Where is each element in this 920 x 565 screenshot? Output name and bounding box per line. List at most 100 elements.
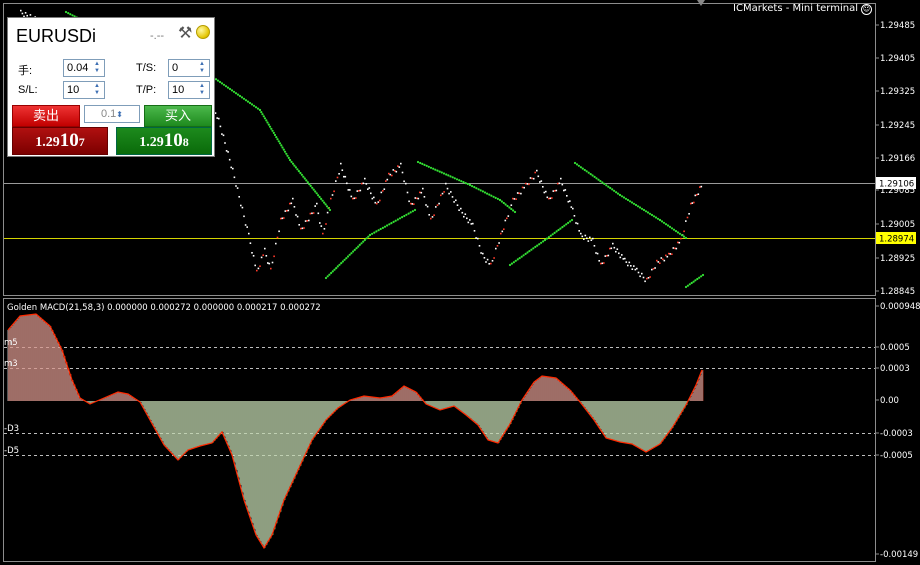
price-tick bbox=[380, 191, 383, 194]
ts-down-icon[interactable]: ▼ bbox=[199, 68, 205, 75]
price-tick bbox=[356, 190, 359, 192]
tp-stepper[interactable]: 10 ▲ ▼ bbox=[168, 81, 210, 99]
price-tick-label: 1.29005 bbox=[880, 220, 915, 230]
macd-tick-label: -0.0003 bbox=[880, 429, 913, 439]
price-tick bbox=[697, 193, 700, 195]
trend-dot bbox=[471, 185, 474, 188]
lot-step-field[interactable]: 0.1⬍ bbox=[84, 105, 140, 123]
sl-stepper[interactable]: 10 ▲ ▼ bbox=[63, 81, 105, 99]
price-tick bbox=[596, 252, 599, 255]
price-tick bbox=[373, 196, 375, 199]
price-tick bbox=[290, 202, 293, 205]
buy-price-fraction: 8 bbox=[182, 135, 189, 149]
price-tick bbox=[528, 183, 530, 186]
price-tick bbox=[422, 187, 424, 190]
lots-value: 0.04 bbox=[67, 62, 89, 74]
trend-dot bbox=[616, 192, 620, 195]
trend-dot bbox=[488, 193, 491, 196]
trend-dot bbox=[318, 195, 321, 199]
price-tick bbox=[657, 261, 660, 263]
symbol-name: EURUSDi bbox=[16, 26, 97, 46]
ts-up-icon[interactable]: ▲ bbox=[199, 61, 205, 68]
price-tick bbox=[251, 252, 253, 254]
trend-dot bbox=[591, 174, 594, 177]
price-tick bbox=[322, 232, 324, 235]
price-tick bbox=[361, 182, 363, 185]
trend-dot bbox=[358, 243, 361, 246]
price-tick bbox=[453, 201, 455, 203]
lots-stepper[interactable]: 0.04 ▲ ▼ bbox=[63, 59, 105, 77]
trend-dot bbox=[455, 178, 459, 181]
price-tick bbox=[516, 192, 519, 194]
lot-step-spin-icon[interactable]: ⬍ bbox=[116, 110, 123, 119]
price-tick bbox=[633, 265, 635, 267]
price-tick bbox=[677, 241, 679, 244]
trend-dot bbox=[540, 241, 543, 244]
macd-tick-label: 0.0005 bbox=[880, 343, 910, 353]
lots-down-icon[interactable]: ▼ bbox=[94, 68, 100, 75]
trend-dot bbox=[300, 173, 303, 176]
sl-up-icon[interactable]: ▲ bbox=[94, 83, 100, 90]
price-tick bbox=[636, 267, 638, 270]
price-tick bbox=[319, 222, 321, 224]
price-tick bbox=[482, 252, 484, 255]
trend-dot bbox=[599, 180, 602, 183]
price-tick bbox=[523, 186, 525, 189]
lot-step-value: 0.1 bbox=[101, 108, 117, 120]
smiley-icon[interactable]: ☺ bbox=[861, 3, 872, 15]
price-tick bbox=[446, 187, 449, 190]
price-tick bbox=[331, 194, 334, 196]
trend-dot bbox=[543, 238, 547, 242]
price-tick bbox=[555, 189, 558, 192]
trend-dot bbox=[700, 275, 703, 278]
price-tick bbox=[647, 277, 650, 279]
trend-dot bbox=[508, 206, 511, 209]
macd-label-d5: -D5 bbox=[4, 446, 19, 456]
sell-button[interactable]: 卖出 bbox=[12, 105, 80, 127]
price-tick bbox=[584, 234, 587, 237]
price-tick bbox=[383, 188, 386, 190]
price-tick bbox=[520, 192, 522, 195]
lots-up-icon[interactable]: ▲ bbox=[94, 61, 100, 68]
trend-dot bbox=[288, 158, 292, 162]
trend-dot bbox=[648, 212, 652, 215]
ts-stepper[interactable]: 0 ▲ ▼ bbox=[168, 59, 210, 77]
price-tick bbox=[469, 219, 471, 221]
trend-dot bbox=[553, 231, 556, 234]
price-tick bbox=[344, 175, 347, 178]
trend-dot bbox=[585, 170, 588, 173]
trend-dot bbox=[559, 227, 562, 230]
buy-price-button[interactable]: 1.29108 bbox=[116, 127, 212, 155]
macd-label-d3: -D3 bbox=[4, 424, 19, 434]
sell-price-button[interactable]: 1.29107 bbox=[12, 127, 108, 155]
price-tick bbox=[686, 216, 689, 219]
price-tick bbox=[583, 238, 585, 240]
trend-dot bbox=[401, 216, 404, 219]
price-tick bbox=[641, 272, 643, 275]
tp-up-icon[interactable]: ▲ bbox=[199, 83, 205, 90]
price-tick bbox=[244, 224, 247, 226]
settings-tools-icon[interactable]: ⚒ bbox=[178, 23, 192, 43]
broker-title: ICMarkets - Mini terminal bbox=[733, 3, 858, 14]
price-tick bbox=[218, 117, 220, 120]
gold-coin-icon[interactable] bbox=[196, 25, 210, 39]
price-tick bbox=[416, 197, 418, 200]
tp-down-icon[interactable]: ▼ bbox=[199, 90, 205, 97]
price-tick bbox=[400, 162, 402, 165]
price-tick bbox=[419, 191, 421, 194]
price-tick bbox=[466, 217, 468, 220]
trend-dot bbox=[323, 201, 326, 204]
trend-dot bbox=[542, 240, 545, 243]
price-tick bbox=[510, 204, 513, 206]
trend-dot bbox=[260, 111, 263, 114]
price-tick bbox=[303, 227, 305, 229]
trend-dot bbox=[379, 227, 382, 231]
price-tick bbox=[397, 165, 399, 167]
trend-dot bbox=[246, 100, 250, 103]
price-tick bbox=[216, 117, 218, 119]
trend-dot bbox=[694, 279, 697, 282]
trend-dot bbox=[396, 218, 399, 221]
sl-down-icon[interactable]: ▼ bbox=[94, 90, 100, 97]
buy-button[interactable]: 买入 bbox=[144, 105, 212, 127]
price-tick bbox=[341, 169, 344, 171]
